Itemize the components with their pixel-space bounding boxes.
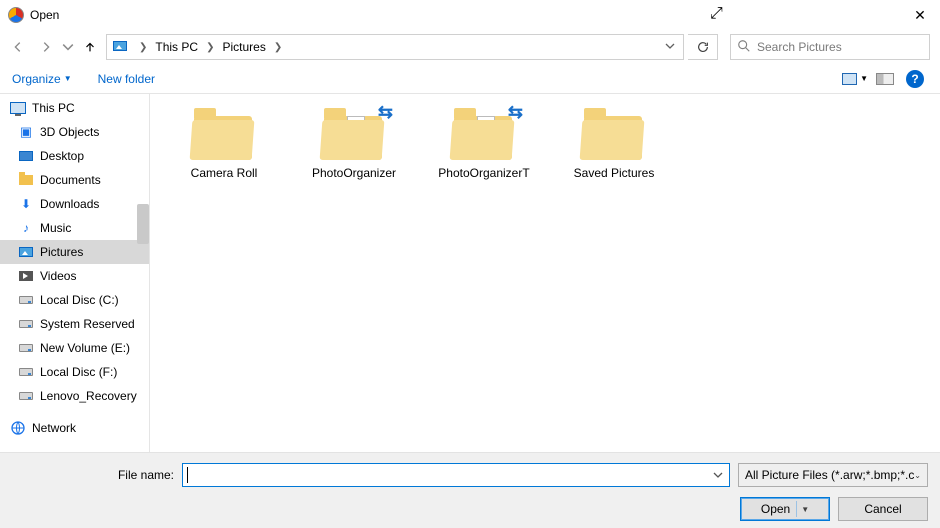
down-icon: ⬇ [18,196,34,212]
drive-icon [18,364,34,380]
refresh-button[interactable] [688,34,718,60]
filename-history-dropdown[interactable] [707,470,729,480]
up-button[interactable] [78,35,102,59]
folder-item[interactable]: Saved Pictures [564,108,664,180]
tree-item-label: Network [32,421,76,435]
tree-item-videos[interactable]: Videos [0,264,149,288]
video-icon [18,268,34,284]
file-list[interactable]: Camera Roll ⇆ PhotoOrganizer ⇆ PhotoOrganize… [150,94,940,452]
tree-item-label: Downloads [40,197,99,211]
close-button[interactable] [900,0,940,30]
tree-item-label: New Volume (E:) [40,341,130,355]
tree-item-label: Music [40,221,71,235]
tree-item-network[interactable]: Network [0,416,149,440]
chevron-right-icon[interactable]: ❯ [202,42,218,53]
breadcrumb-pictures[interactable]: Pictures [218,38,269,56]
back-button[interactable] [6,35,30,59]
net-icon [10,420,26,436]
tree-item-label: This PC [32,101,75,115]
forward-button[interactable] [34,35,58,59]
view-mode-button[interactable]: ▼ [842,68,868,90]
folder-label: PhotoOrganizerT [438,166,529,180]
folder-icon [581,108,647,160]
tree-item-label: Videos [40,269,76,283]
help-button[interactable]: ? [902,68,928,90]
search-input[interactable]: Search Pictures [730,34,930,60]
filename-input[interactable] [182,463,730,487]
music-icon: ♪ [18,220,34,236]
cancel-button[interactable]: Cancel [838,497,928,521]
chevron-down-icon: ▼ [64,74,72,83]
tree-item-downloads[interactable]: ⬇ Downloads [0,192,149,216]
folder-icon [18,172,34,188]
tree-item-documents[interactable]: Documents [0,168,149,192]
tree-item-local-disc-c-[interactable]: Local Disc (C:) [0,288,149,312]
folder-label: PhotoOrganizer [312,166,396,180]
recent-dropdown[interactable] [62,35,74,59]
tree-item-system-reserved[interactable]: System Reserved [0,312,149,336]
window-title: Open [30,8,59,22]
folder-icon [191,108,257,160]
file-type-filter[interactable]: All Picture Files (*.arw;*.bmp;*.c ⌄ [738,463,928,487]
monitor-icon [10,100,26,116]
address-history-dropdown[interactable] [661,40,679,54]
navigation-tree[interactable]: This PC ▣ 3D Objects Desktop Documents ⬇ Downl… [0,94,150,452]
search-placeholder: Search Pictures [757,40,842,54]
breadcrumb-this-pc[interactable]: This PC [151,38,202,56]
tree-item-this-pc[interactable]: This PC [0,96,149,120]
drive-icon [18,388,34,404]
folder-item[interactable]: ⇆ PhotoOrganizer [304,108,404,180]
drive-icon [18,316,34,332]
search-icon [737,39,751,56]
tree-item-label: Desktop [40,149,84,163]
tree-item-pictures[interactable]: Pictures [0,240,149,264]
folder-label: Saved Pictures [574,166,655,180]
tree-item-label: Local Disc (F:) [40,365,117,379]
chevron-right-icon[interactable]: ❯ [270,42,286,53]
new-folder-button[interactable]: New folder [98,72,155,86]
drive-icon [18,340,34,356]
folder-item[interactable]: ⇆ PhotoOrganizerT [434,108,534,180]
pictures-location-icon [113,40,131,54]
folder-item[interactable]: Camera Roll [174,108,274,180]
folder-icon: ⇆ [451,108,517,160]
tree-item-3d-objects[interactable]: ▣ 3D Objects [0,120,149,144]
organize-menu[interactable]: Organize▼ [12,72,72,86]
chevron-right-icon[interactable]: ❯ [135,42,151,53]
tree-item-lenovo-recovery[interactable]: Lenovo_Recovery [0,384,149,408]
tree-item-label: Documents [40,173,101,187]
address-bar[interactable]: ❯ This PC ❯ Pictures ❯ [106,34,684,60]
chevron-down-icon: ⌄ [914,471,921,480]
tree-item-label: 3D Objects [40,125,99,139]
tree-item-label: System Reserved [40,317,135,331]
preview-pane-button[interactable] [872,68,898,90]
folder-icon: ⇆ [321,108,387,160]
tree-item-label: Local Disc (C:) [40,293,119,307]
sync-overlay-icon: ⇆ [378,102,393,123]
sync-overlay-icon: ⇆ [508,102,523,123]
drive-icon [18,292,34,308]
tree-item-desktop[interactable]: Desktop [0,144,149,168]
tree-item-new-volume-e-[interactable]: New Volume (E:) [0,336,149,360]
help-icon: ? [906,70,924,88]
tree-item-label: Lenovo_Recovery [40,389,137,403]
file-type-filter-label: All Picture Files (*.arw;*.bmp;*.c [745,468,914,482]
tree-item-music[interactable]: ♪ Music [0,216,149,240]
tree-item-local-disc-f-[interactable]: Local Disc (F:) [0,360,149,384]
pic-icon [18,244,34,260]
folder-label: Camera Roll [191,166,258,180]
chevron-down-icon: ▼ [801,505,809,514]
cube-icon: ▣ [18,124,34,140]
resize-cursor-icon [710,5,730,25]
desktop-icon [18,148,34,164]
filename-label: File name: [0,468,182,482]
app-icon [8,7,24,23]
tree-scrollbar[interactable] [137,204,149,244]
tree-item-label: Pictures [40,245,83,259]
open-button[interactable]: Open ▼ [740,497,830,521]
